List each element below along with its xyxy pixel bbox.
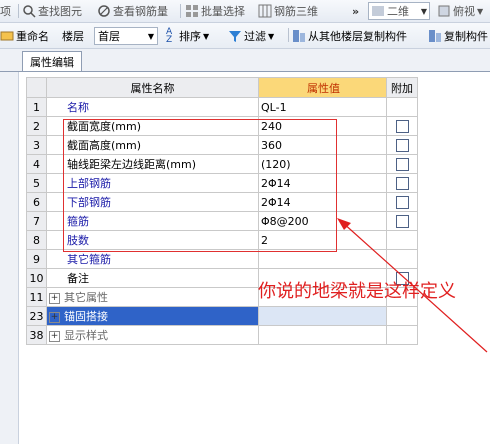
annotation-arrow	[337, 218, 488, 353]
annotation-text: 你说的地梁就是这样定义	[258, 281, 456, 302]
